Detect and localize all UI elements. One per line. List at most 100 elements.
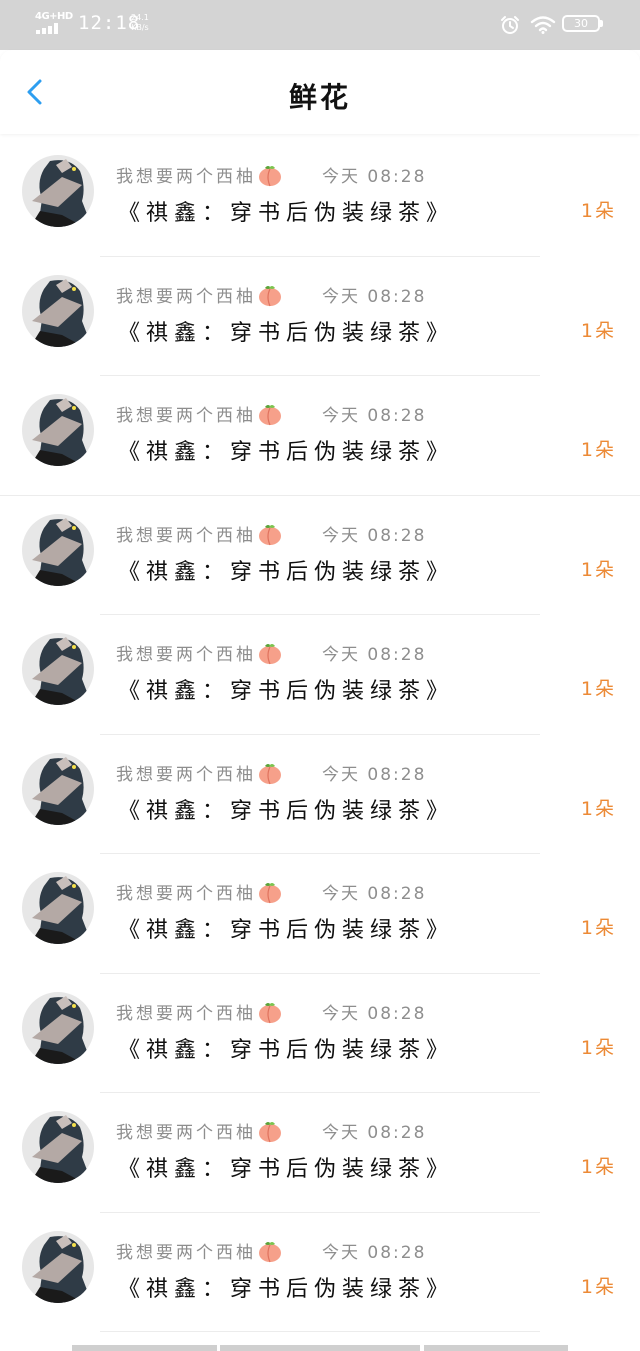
avatar[interactable] (22, 274, 94, 347)
list-item-7[interactable]: 我想要两个西柚 今天 08:28 《祺鑫：穿书后伪装绿茶》 1朵 (0, 854, 640, 974)
book-title[interactable]: 《祺鑫：穿书后伪装绿茶》 (118, 554, 454, 586)
avatar-image (22, 1111, 94, 1183)
signal-strength-icon (36, 23, 64, 34)
sender-name: 我想要两个西柚 (116, 764, 256, 785)
list-item-2[interactable]: 我想要两个西柚 今天 08:28 《祺鑫：穿书后伪装绿茶》 1朵 (0, 257, 640, 376)
sender-name: 我想要两个西柚 (116, 286, 256, 307)
sender-line: 我想要两个西柚 (116, 282, 283, 307)
peach-emoji-icon (259, 1002, 281, 1023)
sender-line: 我想要两个西柚 (116, 640, 283, 665)
timestamp: 今天 08:28 (322, 645, 427, 665)
book-title[interactable]: 《祺鑫：穿书后伪装绿茶》 (118, 1271, 454, 1303)
sender-name: 我想要两个西柚 (116, 1242, 256, 1263)
timestamp: 今天 08:28 (322, 1003, 427, 1024)
network-speed-value: 24.1 (131, 13, 149, 22)
battery-level: 30 (574, 17, 588, 30)
timestamp: 今天 08:28 (322, 167, 427, 187)
avatar-image (22, 394, 94, 466)
battery-icon: 30 (562, 15, 600, 32)
peach-emoji-icon (259, 166, 281, 187)
timestamp: 今天 08:28 (322, 1242, 427, 1263)
sender-line: 我想要两个西柚 (116, 999, 283, 1024)
avatar[interactable] (22, 752, 94, 825)
flower-count: 1朵 (580, 1156, 616, 1178)
book-title[interactable]: 《祺鑫：穿书后伪装绿茶》 (118, 434, 454, 466)
list-item-9[interactable]: 我想要两个西柚 今天 08:28 《祺鑫：穿书后伪装绿茶》 1朵 (0, 1093, 640, 1213)
list-item-10[interactable]: 我想要两个西柚 今天 08:28 《祺鑫：穿书后伪装绿茶》 1朵 (0, 1213, 640, 1332)
page-title: 鲜花 (288, 81, 351, 114)
flower-list: 我想要两个西柚 今天 08:28 《祺鑫：穿书后伪装绿茶》 1朵 我想要两个西柚 (0, 137, 640, 1332)
timestamp: 今天 08:28 (322, 286, 427, 307)
peach-emoji-icon (259, 1122, 281, 1143)
list-item-5[interactable]: 我想要两个西柚 今天 08:28 《祺鑫：穿书后伪装绿茶》 1朵 (0, 615, 640, 735)
sender-name: 我想要两个西柚 (116, 406, 256, 426)
network-speed-unit: KB/s (131, 23, 149, 32)
bottom-edge-strip (72, 1345, 568, 1351)
book-title[interactable]: 《祺鑫：穿书后伪装绿茶》 (118, 195, 454, 227)
list-item-3[interactable]: 我想要两个西柚 今天 08:28 《祺鑫：穿书后伪装绿茶》 1朵 (0, 376, 640, 496)
avatar[interactable] (22, 394, 94, 466)
avatar-image (22, 872, 94, 944)
peach-emoji-icon (259, 524, 281, 545)
list-item-6[interactable]: 我想要两个西柚 今天 08:28 《祺鑫：穿书后伪装绿茶》 1朵 (0, 735, 640, 854)
book-title[interactable]: 《祺鑫：穿书后伪装绿茶》 (118, 673, 454, 705)
avatar[interactable] (22, 1230, 94, 1303)
flower-count: 1朵 (580, 1275, 616, 1298)
book-title[interactable]: 《祺鑫：穿书后伪装绿茶》 (118, 1151, 454, 1183)
avatar-image (22, 155, 94, 227)
avatar-image (22, 752, 94, 825)
sender-name: 我想要两个西柚 (116, 525, 256, 546)
timestamp: 今天 08:28 (322, 764, 427, 785)
book-title[interactable]: 《祺鑫：穿书后伪装绿茶》 (118, 912, 454, 944)
avatar-image (22, 513, 94, 586)
flower-count: 1朵 (580, 319, 616, 342)
peach-emoji-icon (259, 763, 281, 784)
divider (100, 1331, 540, 1332)
sender-name: 我想要两个西柚 (116, 884, 256, 904)
timestamp: 今天 08:28 (322, 884, 427, 904)
timestamp: 今天 08:28 (322, 1123, 427, 1143)
sender-line: 我想要两个西柚 (116, 760, 283, 785)
sender-name: 我想要两个西柚 (116, 1003, 256, 1024)
avatar[interactable] (22, 991, 94, 1064)
battery-tip (600, 20, 603, 27)
avatar-image (22, 991, 94, 1064)
peach-emoji-icon (259, 644, 281, 665)
flower-count: 1朵 (580, 917, 616, 939)
peach-emoji-icon (259, 285, 281, 306)
sender-line: 我想要两个西柚 (116, 521, 283, 546)
avatar-image (22, 274, 94, 347)
avatar[interactable] (22, 155, 94, 227)
avatar[interactable] (22, 633, 94, 705)
avatar[interactable] (22, 1111, 94, 1183)
flower-count: 1朵 (580, 200, 616, 222)
nav-bar: 鲜花 (0, 50, 640, 134)
list-item-1[interactable]: 我想要两个西柚 今天 08:28 《祺鑫：穿书后伪装绿茶》 1朵 (0, 137, 640, 257)
peach-emoji-icon (259, 883, 281, 904)
sender-line: 我想要两个西柚 (116, 1118, 283, 1143)
alarm-clock-icon (501, 16, 519, 34)
status-bar: 4G+HD 12:18 24.1 KB/s 30 (0, 0, 640, 50)
sender-line: 我想要两个西柚 (116, 879, 283, 904)
list-item-4[interactable]: 我想要两个西柚 今天 08:28 《祺鑫：穿书后伪装绿茶》 1朵 (0, 496, 640, 615)
avatar-image (22, 1230, 94, 1303)
flower-count: 1朵 (580, 439, 616, 461)
sender-line: 我想要两个西柚 (116, 162, 283, 187)
timestamp: 今天 08:28 (322, 525, 427, 546)
flower-count: 1朵 (580, 797, 616, 820)
network-type-label: 4G+HD (35, 11, 73, 22)
timestamp: 今天 08:28 (322, 406, 427, 426)
peach-emoji-icon (259, 1241, 281, 1262)
avatar[interactable] (22, 513, 94, 586)
avatar[interactable] (22, 872, 94, 944)
wifi-icon (530, 16, 556, 34)
sender-line: 我想要两个西柚 (116, 401, 283, 426)
book-title[interactable]: 《祺鑫：穿书后伪装绿茶》 (118, 1032, 454, 1064)
list-item-8[interactable]: 我想要两个西柚 今天 08:28 《祺鑫：穿书后伪装绿茶》 1朵 (0, 974, 640, 1093)
flower-count: 1朵 (580, 678, 616, 700)
flower-count: 1朵 (580, 1036, 616, 1059)
book-title[interactable]: 《祺鑫：穿书后伪装绿茶》 (118, 315, 454, 347)
book-title[interactable]: 《祺鑫：穿书后伪装绿茶》 (118, 793, 454, 825)
sender-name: 我想要两个西柚 (116, 1123, 256, 1143)
avatar-image (22, 633, 94, 705)
